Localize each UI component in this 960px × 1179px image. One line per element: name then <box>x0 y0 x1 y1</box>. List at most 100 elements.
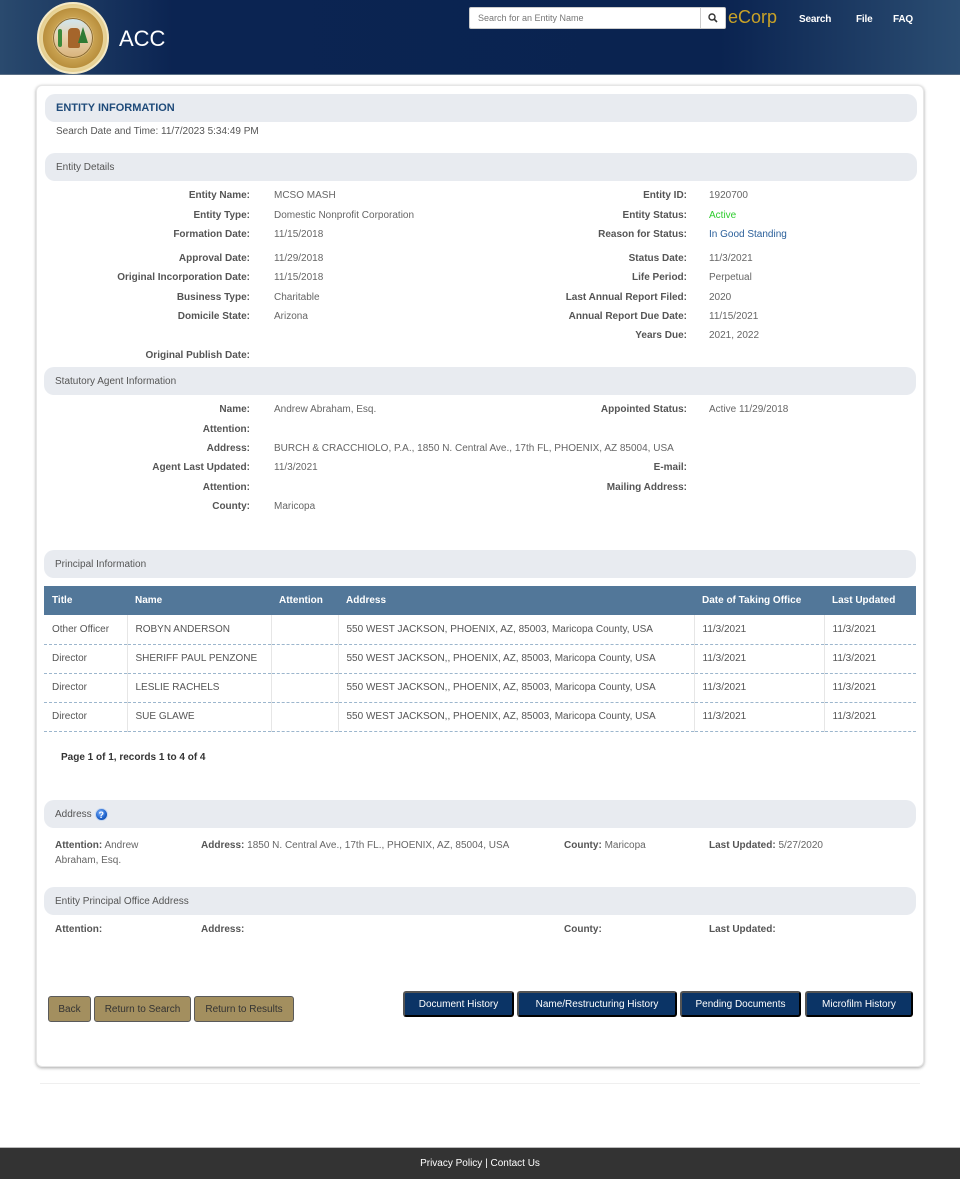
help-icon[interactable]: ? <box>94 807 108 821</box>
entity-name-label: Entity Name: <box>188 190 250 201</box>
divider <box>40 1083 920 1084</box>
ecorp-logo[interactable]: eCorp <box>728 7 777 28</box>
last-annual-report-label: Last Annual Report Filed: <box>565 292 687 303</box>
cell-date-taking-office: 11/3/2021 <box>694 702 825 732</box>
last-annual-report-value: 2020 <box>709 292 732 303</box>
office-county: County: <box>564 924 602 935</box>
magnifier-icon <box>708 13 718 23</box>
name-restructuring-history-button[interactable]: Name/Restructuring History <box>517 991 677 1017</box>
agent-county-label: County: <box>212 501 250 512</box>
document-history-button[interactable]: Document History <box>403 991 514 1017</box>
microfilm-history-button[interactable]: Microfilm History <box>805 991 913 1017</box>
entity-search <box>469 7 726 29</box>
office-address: Address: <box>201 924 244 935</box>
privacy-policy-link[interactable]: Privacy Policy <box>420 1158 482 1169</box>
search-datetime: Search Date and Time: 11/7/2023 5:34:49 … <box>56 126 259 137</box>
col-last-updated[interactable]: Last Updated <box>824 586 916 615</box>
entity-details-heading: Entity Details <box>45 153 917 181</box>
status-date-label: Status Date: <box>628 253 687 264</box>
life-period-value: Perpetual <box>709 272 752 283</box>
entity-status-value: Active <box>709 210 737 221</box>
years-due-value: 2021, 2022 <box>709 330 760 341</box>
appointed-status-label: Appointed Status: <box>600 404 687 415</box>
nav-file[interactable]: File <box>856 14 873 25</box>
business-type-value: Charitable <box>274 292 320 303</box>
return-to-results-button[interactable]: Return to Results <box>194 996 294 1022</box>
entity-id-value: 1920700 <box>709 190 748 201</box>
entity-search-input[interactable] <box>470 8 702 28</box>
agent-county-value: Maricopa <box>274 501 316 512</box>
office-last-updated-label: Last Updated: <box>709 924 776 935</box>
return-to-search-button[interactable]: Return to Search <box>94 996 191 1022</box>
address-attention-label: Attention: <box>55 840 103 851</box>
col-address[interactable]: Address <box>338 586 694 615</box>
domicile-state-label: Domicile State: <box>177 311 250 322</box>
seal-emblem <box>53 18 93 58</box>
cell-name: LESLIE RACHELS <box>127 673 272 703</box>
cell-title: Director <box>44 702 128 732</box>
acc-seal-logo[interactable] <box>37 2 109 74</box>
original-incorporation-date-value: 11/15/2018 <box>274 272 324 283</box>
entity-information-heading: ENTITY INFORMATION <box>45 94 917 122</box>
reason-for-status-label: Reason for Status: <box>598 229 687 240</box>
footer-separator: | <box>482 1158 491 1169</box>
annual-report-due-label: Annual Report Due Date: <box>568 311 687 322</box>
office-address-label: Address: <box>201 924 245 935</box>
address-heading: Address ? <box>44 800 916 828</box>
col-date-taking-office[interactable]: Date of Taking Office <box>694 586 824 615</box>
agent-attention-label: Attention: <box>202 424 250 435</box>
cell-address: 550 WEST JACKSON,, PHOENIX, AZ, 85003, M… <box>338 702 695 732</box>
agent-address-label: Address: <box>206 443 250 454</box>
brand-name[interactable]: ACC <box>119 26 165 52</box>
cell-attention <box>271 702 339 732</box>
site-footer: Privacy Policy | Contact Us <box>0 1147 960 1179</box>
address-county: County: Maricopa <box>564 838 646 853</box>
site-header: ACC eCorp Search File FAQ <box>0 0 960 75</box>
back-button[interactable]: Back <box>48 996 91 1022</box>
agent-attention2-label: Attention: <box>202 482 250 493</box>
pending-documents-button[interactable]: Pending Documents <box>680 991 801 1017</box>
cell-date-taking-office: 11/3/2021 <box>694 615 825 645</box>
address-attention: Attention: Andrew Abraham, Esq. <box>55 838 165 868</box>
annual-report-due-value: 11/15/2021 <box>709 311 759 322</box>
years-due-label: Years Due: <box>635 330 687 341</box>
agent-mailing-address-label: Mailing Address: <box>606 482 687 493</box>
cell-attention <box>271 673 339 703</box>
cell-date-taking-office: 11/3/2021 <box>694 673 825 703</box>
original-incorporation-date-label: Original Incorporation Date: <box>117 272 250 283</box>
cell-last-updated: 11/3/2021 <box>824 644 916 674</box>
address-county-value: Maricopa <box>604 840 646 851</box>
domicile-state-value: Arizona <box>274 311 308 322</box>
pager-info: Page 1 of 1, records 1 to 4 of 4 <box>61 752 206 763</box>
statutory-agent-heading: Statutory Agent Information <box>44 367 916 395</box>
agent-last-updated-label: Agent Last Updated: <box>152 462 250 473</box>
address-last-updated-label: Last Updated: <box>709 840 776 851</box>
life-period-label: Life Period: <box>631 272 687 283</box>
table-row: Other Officer ROBYN ANDERSON 550 WEST JA… <box>44 615 916 645</box>
entity-name-value: MCSO MASH <box>274 190 336 201</box>
entity-status-label: Entity Status: <box>622 210 687 221</box>
nav-faq[interactable]: FAQ <box>893 14 913 25</box>
cell-last-updated: 11/3/2021 <box>824 702 916 732</box>
nav-search[interactable]: Search <box>799 14 831 25</box>
address-address-label: Address: <box>201 840 245 851</box>
contact-us-link[interactable]: Contact Us <box>490 1158 539 1169</box>
cell-name: ROBYN ANDERSON <box>127 615 272 645</box>
appointed-status-value: Active 11/29/2018 <box>709 404 789 415</box>
address-address-value: 1850 N. Central Ave., 17th FL., PHOENIX,… <box>247 840 510 851</box>
agent-last-updated-value: 11/3/2021 <box>274 462 318 473</box>
office-county-label: County: <box>564 924 602 935</box>
agent-address-value: BURCH & CRACCHIOLO, P.A., 1850 N. Centra… <box>274 443 674 454</box>
reason-for-status-value: In Good Standing <box>709 229 787 240</box>
col-attention[interactable]: Attention <box>271 586 338 615</box>
entity-id-label: Entity ID: <box>643 190 687 201</box>
col-title[interactable]: Title <box>44 586 127 615</box>
cell-address: 550 WEST JACKSON,, PHOENIX, AZ, 85003, M… <box>338 644 695 674</box>
table-row: Director SUE GLAWE 550 WEST JACKSON,, PH… <box>44 702 916 732</box>
cell-address: 550 WEST JACKSON, PHOENIX, AZ, 85003, Ma… <box>338 615 695 645</box>
col-name[interactable]: Name <box>127 586 271 615</box>
office-attention: Attention: <box>55 924 102 935</box>
search-button[interactable] <box>700 8 725 28</box>
cell-name: SUE GLAWE <box>127 702 272 732</box>
address-last-updated: Last Updated: 5/27/2020 <box>709 838 823 853</box>
